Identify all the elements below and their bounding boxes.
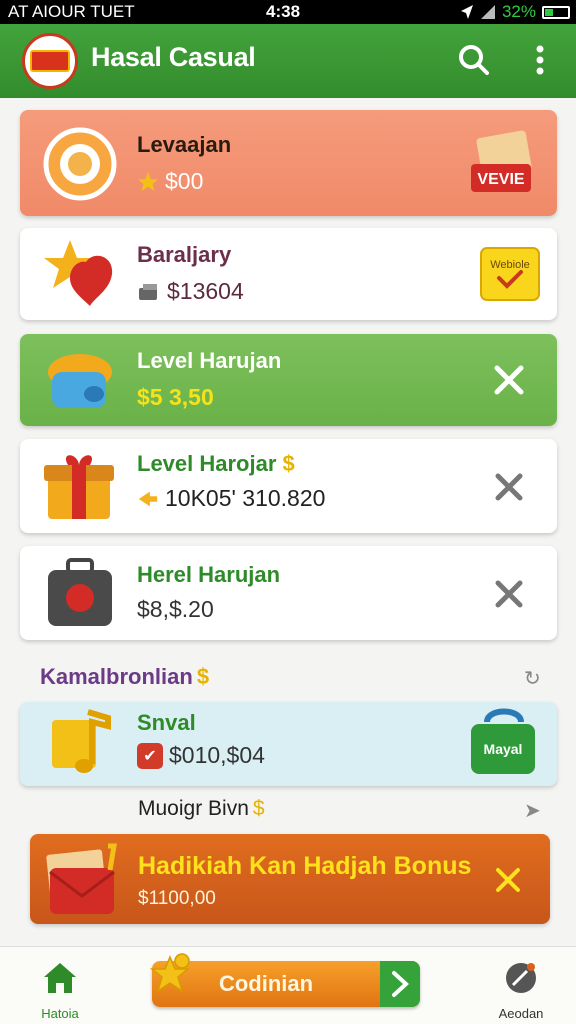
status-bar: AT AIOUR TUET 4:38 32% [0,0,576,24]
arrow-coin-icon [138,491,158,506]
share-icon[interactable]: ➤ [524,798,541,823]
bonus-dismiss-button[interactable] [478,850,538,910]
bag-badge[interactable]: Mayal [465,706,543,782]
logo-badge [30,50,70,72]
home-icon [44,963,76,993]
item-title: Level Harujan [137,348,282,373]
list-item[interactable]: Level Harojar $ 10K05' 310.820 [20,439,557,533]
more-vert-icon [536,45,544,75]
carrier-text: AT AIOUR TUET [8,2,135,21]
star-coin-icon [149,953,191,993]
checkbox-badge[interactable]: Webiole [479,246,541,302]
envelope-icon [44,842,124,918]
item-amount: $13604 [137,278,244,305]
battery-icon [542,5,570,19]
list-item[interactable]: Baraljary $13604 Webiole [20,228,557,320]
item-amount-text: 10K05' 310.820 [165,485,326,511]
item-amount: 10K05' 310.820 [137,485,325,512]
basket-icon [42,342,118,418]
clock: 4:38 [266,2,301,21]
item-amount-text: $5 3,50 [137,384,214,410]
star-heart-icon [42,236,118,312]
item-amount-text: $8,$.20 [137,596,214,622]
item-title-text: Level Harojar [137,451,277,476]
close-icon [496,868,520,892]
item-amount: ✔ $010,$04 [137,742,265,769]
more-menu-button[interactable] [518,38,562,82]
app-bar: Hasal Casual [0,24,576,98]
search-icon [459,45,489,75]
item-amount: $00 [137,168,203,195]
music-note-icon [42,706,118,782]
coin-small-icon: $ [252,797,265,820]
list-item[interactable]: Snval ✔ $010,$04 Mayal [20,702,557,786]
bonus-heading: Muoigr Bivn $ [138,797,265,821]
list-item[interactable]: Levaajan $00 VEVIE [20,110,557,216]
app-logo [22,33,78,89]
heart-icon: ✔ [137,742,163,769]
bag-icon: Mayal [471,708,535,774]
item-title: Levaajan [137,132,232,157]
bonus-card[interactable]: Hadikiah Kan Hadjah Bonus $1100,00 [30,834,550,924]
arrow-right-icon [380,961,420,1007]
item-amount: $5 3,50 [137,384,214,411]
wallet-icon [139,283,157,300]
close-icon [495,580,523,608]
item-title: Herel Harujan [137,562,281,587]
item-amount-text: $010,$04 [169,742,265,768]
item-title: Snval [137,710,196,735]
close-icon [495,473,523,501]
star-icon [137,171,159,191]
signal-icon [480,5,495,19]
section-title: Kamalbronlian $ [40,664,209,690]
briefcase-icon [42,556,118,632]
item-amount: $8,$.20 [137,596,214,623]
coin-icon [42,126,118,202]
item-title: Level Harojar $ [137,451,295,477]
coin-small-icon: $ [282,451,295,476]
section-title-text: Kamalbronlian [40,664,193,689]
dismiss-button[interactable] [479,457,539,517]
checkbox-badge-text: Webiole [490,259,530,271]
refresh-icon[interactable]: ↻ [524,666,541,691]
dismiss-button[interactable] [479,350,539,410]
bottom-nav: Hatoia Codinian Aeodan [0,946,576,1024]
nav-home-label: Hatoia [41,1006,79,1021]
view-badge-text: VEVIE [477,171,524,188]
bonus-title: Hadikiah Kan Hadjah Bonus [138,852,472,880]
app-title: Hasal Casual [91,42,256,72]
bonus-amount: $1100,00 [138,888,216,909]
location-icon [460,5,473,19]
item-title: Baraljary [137,242,232,267]
battery-percent: 32% [501,2,536,21]
nav-profile-label: Aeodan [498,1006,544,1021]
profile-tool-icon [506,963,536,993]
ticket-icon: VEVIE [471,130,532,192]
status-right: 32% [460,0,570,24]
item-amount-text: $13604 [167,278,244,304]
list-item[interactable]: Level Harujan $5 3,50 [20,334,557,426]
list-item[interactable]: Herel Harujan $8,$.20 [20,546,557,640]
check-icon: Webiole [480,247,540,301]
dismiss-button[interactable] [479,564,539,624]
nav-home[interactable]: Hatoia [30,961,90,1021]
bag-badge-text: Mayal [484,741,523,757]
close-icon [494,365,524,395]
bonus-heading-text: Muoigr Bivn [138,797,249,820]
gift-box-icon [42,449,118,525]
view-badge[interactable]: VEVIE [465,130,543,200]
item-amount-text: $00 [165,168,204,194]
nav-profile[interactable]: Aeodan [488,961,554,1021]
search-button[interactable] [452,38,496,82]
coin-small-icon: $ [196,664,210,689]
